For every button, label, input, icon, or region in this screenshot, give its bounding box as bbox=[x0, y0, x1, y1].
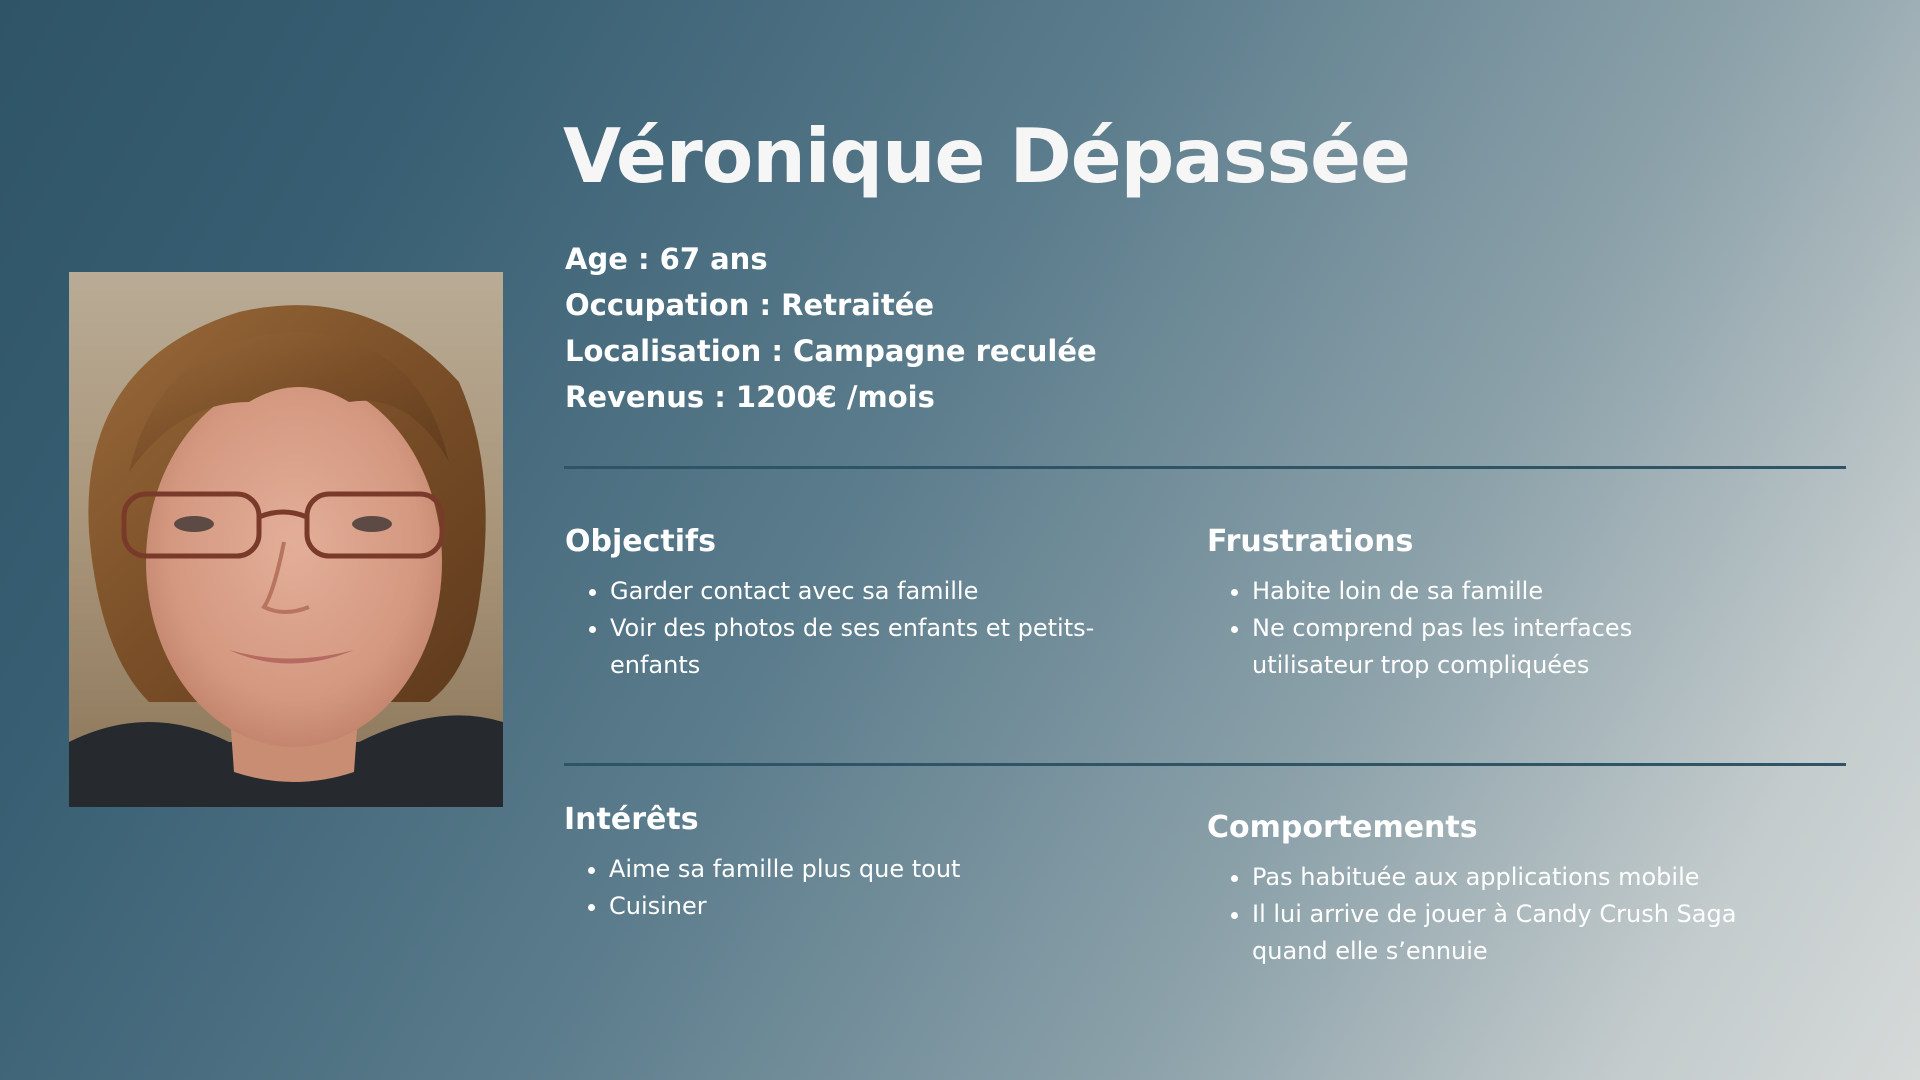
section-title: Objectifs bbox=[565, 524, 716, 559]
persona-slide: Véronique Dépassée Age : 67 ans Occupati… bbox=[0, 0, 1920, 1080]
comportements-list: Pas habituée aux applications mobile Il … bbox=[1207, 859, 1787, 970]
list-item: Voir des photos de ses enfants et petits… bbox=[610, 610, 1120, 684]
section-objectifs: Objectifs Garder contact avec sa famille… bbox=[565, 524, 1125, 684]
section-frustrations: Frustrations Habite loin de sa famille N… bbox=[1207, 524, 1727, 684]
fact-income: Revenus : 1200€ /mois bbox=[565, 380, 935, 414]
section-title: Comportements bbox=[1207, 810, 1478, 845]
list-item: Il lui arrive de jouer à Candy Crush Sag… bbox=[1252, 896, 1787, 970]
list-item: Pas habituée aux applications mobile bbox=[1252, 859, 1787, 896]
persona-photo bbox=[69, 272, 503, 807]
section-title: Frustrations bbox=[1207, 524, 1414, 559]
fact-age: Age : 67 ans bbox=[565, 242, 768, 276]
persona-facts: Age : 67 ans Occupation : Retraitée Loca… bbox=[565, 236, 1097, 420]
objectifs-list: Garder contact avec sa famille Voir des … bbox=[565, 573, 1120, 684]
interets-list: Aime sa famille plus que tout Cuisiner bbox=[564, 851, 1124, 925]
frustrations-list: Habite loin de sa famille Ne comprend pa… bbox=[1207, 573, 1672, 684]
bottom-divider bbox=[564, 763, 1846, 766]
list-item: Cuisiner bbox=[609, 888, 1124, 925]
section-comportements: Comportements Pas habituée aux applicati… bbox=[1207, 810, 1787, 970]
list-item: Ne comprend pas les interfaces utilisate… bbox=[1252, 610, 1672, 684]
list-item: Habite loin de sa famille bbox=[1252, 573, 1672, 610]
top-divider bbox=[564, 466, 1846, 469]
section-title: Intérêts bbox=[564, 802, 699, 837]
list-item: Garder contact avec sa famille bbox=[610, 573, 1120, 610]
list-item: Aime sa famille plus que tout bbox=[609, 851, 1124, 888]
section-interets: Intérêts Aime sa famille plus que tout C… bbox=[564, 802, 1124, 925]
fact-location: Localisation : Campagne reculée bbox=[565, 334, 1097, 368]
fact-occupation: Occupation : Retraitée bbox=[565, 288, 935, 322]
persona-name: Véronique Dépassée bbox=[563, 112, 1411, 200]
